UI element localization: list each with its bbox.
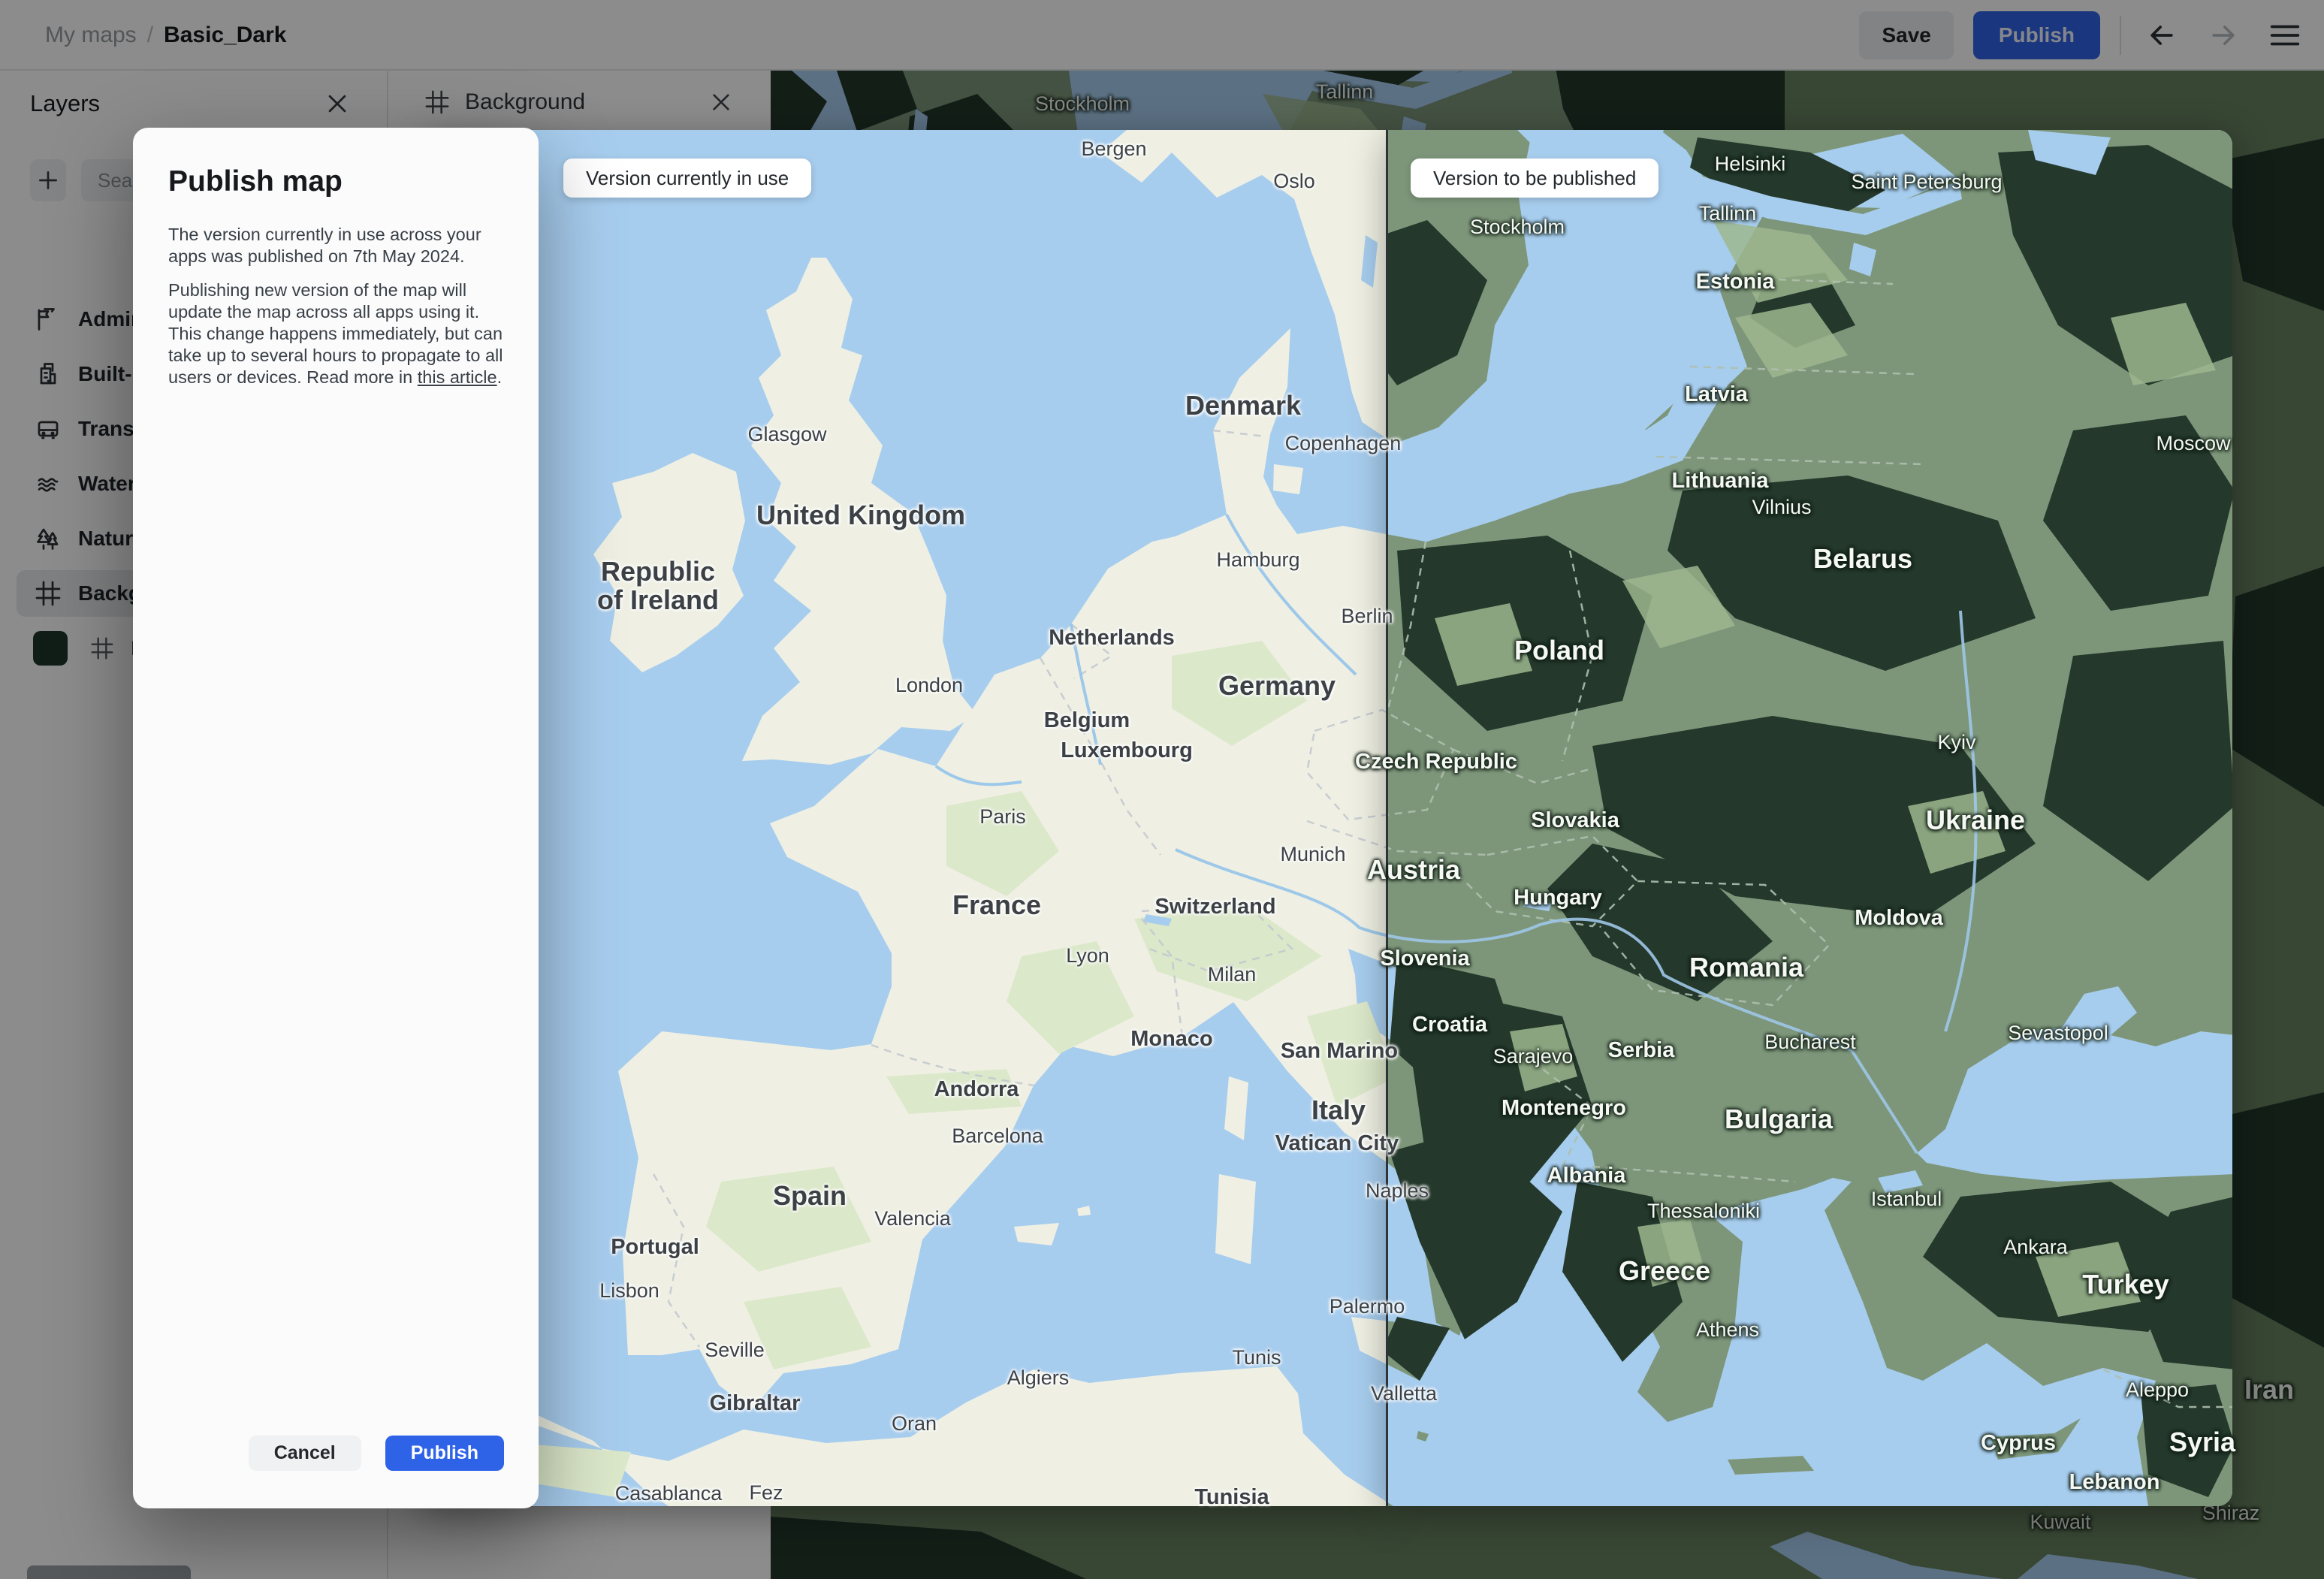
modal-paragraph-1: The version currently in use across your… [168, 225, 481, 266]
compare-divider[interactable] [1386, 130, 1388, 1506]
modal-publish-button[interactable]: Publish [385, 1436, 504, 1471]
new-version-pill: Version to be published [1411, 159, 1659, 198]
cancel-button[interactable]: Cancel [248, 1436, 361, 1471]
publish-modal: Publish map The version currently in use… [133, 128, 539, 1508]
map-pane-new-version[interactable] [1388, 130, 2232, 1506]
modal-title: Publish map [168, 165, 343, 198]
this-article-link[interactable]: this article [418, 367, 497, 387]
modal-paragraph-2: Publishing new version of the map will u… [168, 280, 503, 387]
map-pane-current-version[interactable] [421, 130, 1386, 1506]
app-window: Stockholm Tallinn Iran Shiraz Kuwait My maps… [0, 0, 2324, 1579]
current-version-pill: Version currently in use [563, 159, 812, 198]
modal-body: The version currently in use across your… [168, 224, 508, 388]
